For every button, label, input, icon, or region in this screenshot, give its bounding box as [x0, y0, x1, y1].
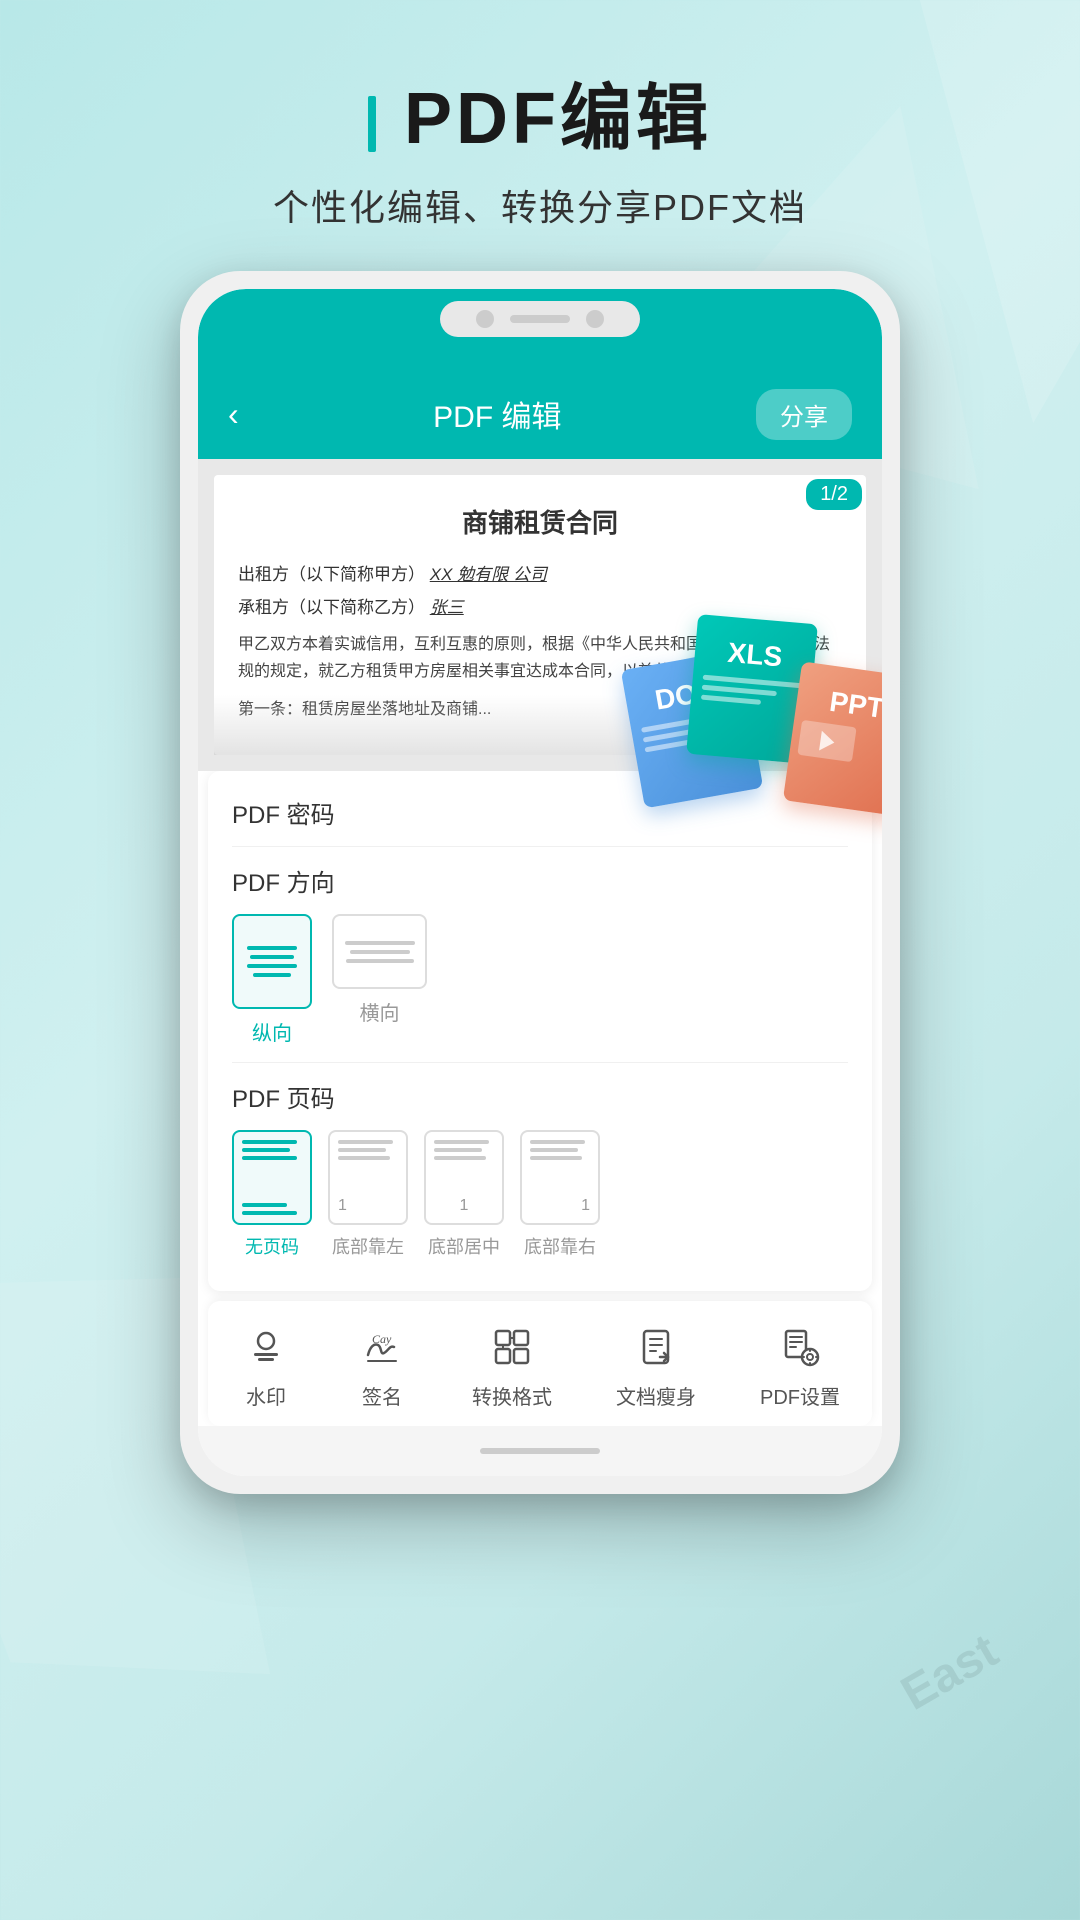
- toolbar-convert[interactable]: 转换格式: [472, 1321, 552, 1410]
- signature-label: 签名: [362, 1381, 402, 1410]
- toolbar-signature[interactable]: Cay 签名: [356, 1321, 408, 1410]
- svg-text:Cay: Cay: [372, 1332, 392, 1346]
- pageno-br-icon: 1: [520, 1130, 600, 1225]
- page-subtitle: 个性化编辑、转换分享PDF文档: [0, 179, 1080, 231]
- direction-vertical[interactable]: 纵向: [232, 914, 312, 1046]
- pageno-bc-icon: 1: [424, 1130, 504, 1225]
- camera-right: [586, 310, 604, 328]
- pageno-bl-number: 1: [338, 1197, 398, 1215]
- settings-panel: PDF 密码 PDF 方向: [208, 771, 872, 1291]
- doc-title: 商铺租赁合同: [238, 503, 842, 545]
- document-area: 1/2 商铺租赁合同 出租方（以下简称甲方） XX 勉有限 公司 承租方（以下简…: [198, 459, 882, 771]
- direction-horizontal-icon: [332, 914, 427, 989]
- phone-notch: [198, 289, 882, 369]
- pageno-bc-lines: [434, 1140, 494, 1160]
- divider-1: [232, 846, 848, 847]
- page-header: PDF编辑 个性化编辑、转换分享PDF文档: [0, 0, 1080, 271]
- pageno-none-label: 无页码: [245, 1233, 299, 1259]
- toolbar-slim[interactable]: 文档瘦身: [616, 1321, 696, 1410]
- toolbar-pdf-settings[interactable]: PDF设置: [760, 1321, 840, 1410]
- direction-vertical-label: 纵向: [252, 1017, 292, 1046]
- back-button[interactable]: ‹: [228, 396, 239, 433]
- pageno-bl-icon: 1: [328, 1130, 408, 1225]
- direction-horizontal[interactable]: 横向: [332, 914, 427, 1046]
- app-bar-title: PDF 编辑: [433, 392, 561, 436]
- home-indicator: [480, 1448, 600, 1454]
- pageno-bottom-left[interactable]: 1 底部靠左: [328, 1130, 408, 1259]
- pageno-label: PDF 页码: [232, 1079, 848, 1114]
- slim-label: 文档瘦身: [616, 1381, 696, 1410]
- pdf-settings-icon: [774, 1321, 826, 1373]
- pageno-none-lines-top: [242, 1140, 302, 1160]
- pageno-bottom-center[interactable]: 1 底部居中: [424, 1130, 504, 1259]
- speaker: [510, 315, 570, 323]
- camera-left: [476, 310, 494, 328]
- pageno-options: 无页码 1 底部靠左: [232, 1130, 848, 1259]
- direction-label: PDF 方向: [232, 863, 848, 898]
- direction-horizontal-label: 横向: [360, 997, 400, 1026]
- file-icons-group: DOC XLS: [632, 559, 882, 819]
- pageno-bl-lines: [338, 1140, 398, 1160]
- convert-label: 转换格式: [472, 1381, 552, 1410]
- pageno-bottom-right[interactable]: 1 底部靠右: [520, 1130, 600, 1259]
- share-button[interactable]: 分享: [756, 389, 852, 440]
- watermark-icon: [240, 1321, 292, 1373]
- phone-outer: ‹ PDF 编辑 分享 1/2 商铺租赁合同 出租方（以下简称甲方） XX 勉有…: [180, 271, 900, 1494]
- pageno-none[interactable]: 无页码: [232, 1130, 312, 1259]
- direction-options: 纵向 横向: [232, 914, 848, 1046]
- watermark-label: 水印: [246, 1381, 286, 1410]
- pageno-none-icon: [232, 1130, 312, 1225]
- pageno-br-lines: [530, 1140, 590, 1160]
- pageno-br-number: 1: [530, 1197, 590, 1215]
- pageno-section: PDF 页码: [232, 1079, 848, 1259]
- notch-bump: [440, 301, 640, 337]
- phone-home-bar: [198, 1426, 882, 1476]
- divider-2: [232, 1062, 848, 1063]
- bottom-toolbar: 水印 Cay 签名: [208, 1301, 872, 1426]
- phone-mockup: ‹ PDF 编辑 分享 1/2 商铺租赁合同 出租方（以下简称甲方） XX 勉有…: [180, 271, 900, 1494]
- pageno-bl-label: 底部靠左: [332, 1233, 404, 1259]
- convert-icon: [486, 1321, 538, 1373]
- pageno-none-lines-bottom: [242, 1203, 302, 1215]
- phone-inner: ‹ PDF 编辑 分享 1/2 商铺租赁合同 出租方（以下简称甲方） XX 勉有…: [198, 289, 882, 1476]
- east-watermark: East: [892, 1623, 1007, 1721]
- page-badge: 1/2: [806, 479, 862, 510]
- accent-decoration: [368, 96, 376, 152]
- direction-vertical-icon: [232, 914, 312, 1009]
- pageno-bc-number: 1: [434, 1197, 494, 1215]
- pdf-settings-label: PDF设置: [760, 1381, 840, 1410]
- app-bar: ‹ PDF 编辑 分享: [198, 369, 882, 459]
- page-title: PDF编辑: [0, 80, 1080, 159]
- toolbar-watermark[interactable]: 水印: [240, 1321, 292, 1410]
- slim-icon: [630, 1321, 682, 1373]
- signature-icon: Cay: [356, 1321, 408, 1373]
- pageno-bc-label: 底部居中: [428, 1233, 500, 1259]
- direction-section: PDF 方向 纵向: [232, 863, 848, 1046]
- pageno-br-label: 底部靠右: [524, 1233, 596, 1259]
